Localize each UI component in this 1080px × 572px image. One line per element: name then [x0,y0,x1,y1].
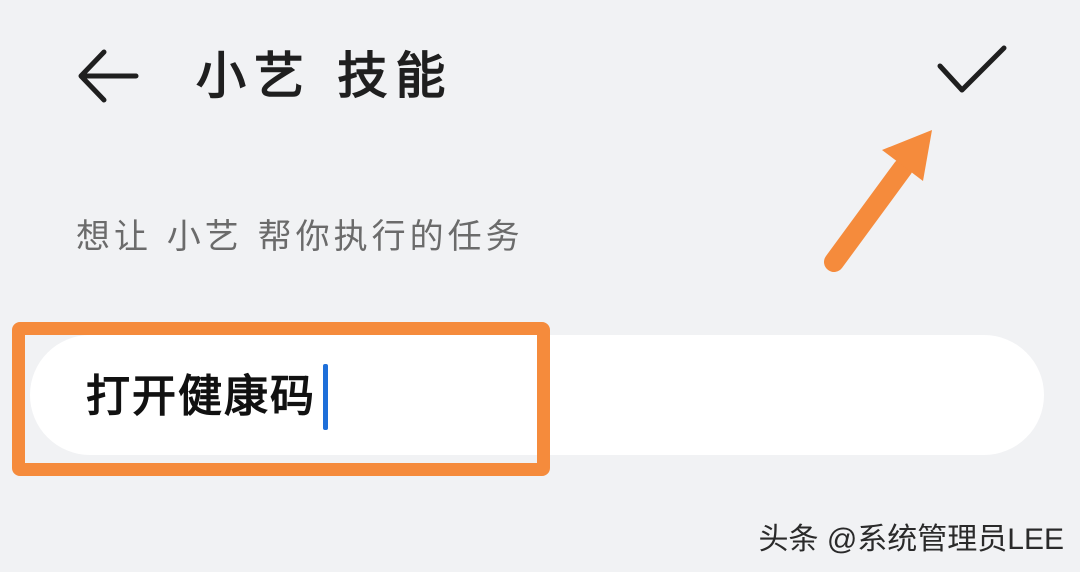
checkmark-icon[interactable] [932,40,1010,100]
watermark: 头条 @系统管理员LEE [758,523,1065,556]
text-cursor [323,364,328,430]
task-input-value[interactable]: 打开健康码 [86,366,316,428]
back-arrow-icon[interactable] [74,44,144,108]
page-title: 小艺 技能 [196,47,454,105]
annotation-arrow-icon [824,130,932,272]
field-label: 想让 小艺 帮你执行的任务 [76,217,524,257]
